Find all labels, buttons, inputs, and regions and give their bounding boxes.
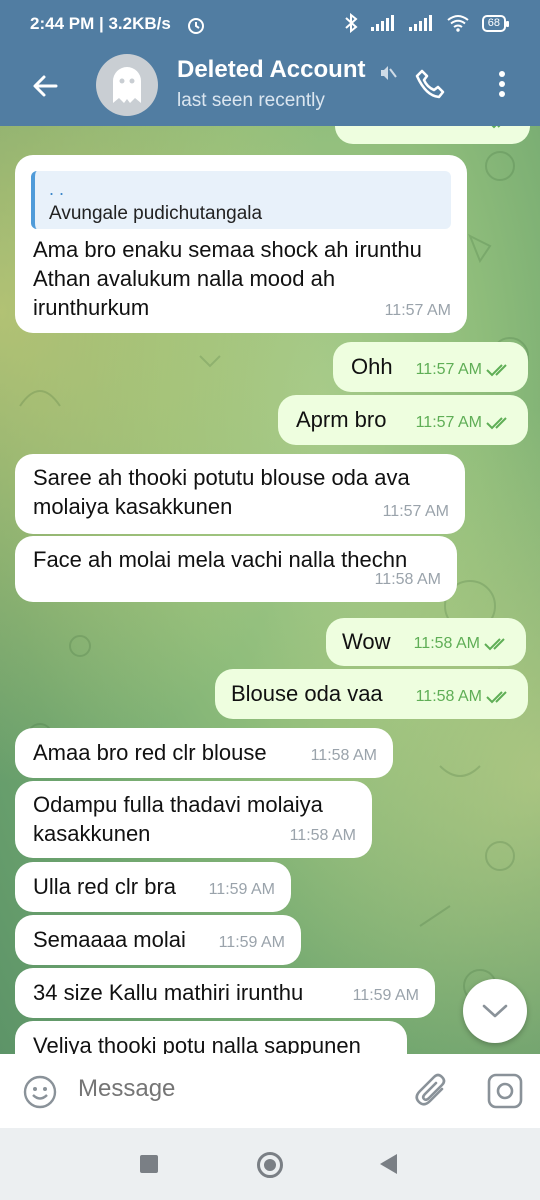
chat-header: Deleted Account last seen recently xyxy=(0,50,540,126)
double-check-icon xyxy=(484,637,505,650)
double-check-icon xyxy=(486,363,507,376)
message-composer xyxy=(0,1054,540,1128)
battery-icon: 68 xyxy=(481,14,510,32)
reply-preview[interactable]: . . Avungale pudichutangala xyxy=(31,171,451,229)
message-time: 11:58 AM xyxy=(413,635,480,652)
chat-background[interactable]: Mm 11:57 AM . . Avungale pudichutangala … xyxy=(0,126,540,1054)
status-bar: 2:44 PM | 3.2KB/s 68 xyxy=(0,0,540,50)
system-nav-bar xyxy=(0,1128,540,1200)
emoji-icon[interactable] xyxy=(22,1074,58,1110)
message-incoming[interactable]: . . Avungale pudichutangala Ama bro enak… xyxy=(15,155,467,333)
message-time: 11:59 AM xyxy=(208,881,275,898)
message-outgoing[interactable]: Wow 11:58 AM xyxy=(326,618,526,666)
attach-icon[interactable] xyxy=(414,1072,450,1110)
more-vertical-icon[interactable] xyxy=(494,68,510,100)
message-time: 11:58 AM xyxy=(374,571,441,588)
message-outgoing[interactable]: Aprm bro 11:57 AM xyxy=(278,395,528,445)
camera-icon[interactable] xyxy=(486,1072,524,1110)
message-meta: 11:57 AM xyxy=(418,126,514,136)
message-text: Amaa bro red clr blouse xyxy=(33,740,267,765)
message-time: 11:57 AM xyxy=(418,126,484,136)
message-text: Wow xyxy=(342,629,391,654)
signal-icon xyxy=(370,15,394,31)
message-time: 11:58 AM xyxy=(289,827,356,844)
message-incoming[interactable]: Semaaaa molai 11:59 AM xyxy=(15,915,301,965)
message-incoming[interactable]: Amaa bro red clr blouse 11:58 AM xyxy=(15,728,393,778)
message-text: Mm xyxy=(355,126,392,133)
signal-icon xyxy=(408,15,432,31)
message-outgoing[interactable]: Ohh 11:57 AM xyxy=(333,342,528,392)
alarm-icon xyxy=(188,18,204,34)
message-text: Veliya thooki potu nalla sappunen xyxy=(33,1033,361,1054)
back-icon[interactable] xyxy=(380,1154,397,1174)
message-incoming[interactable]: Veliya thooki potu nalla sappunen xyxy=(15,1021,407,1054)
double-check-icon xyxy=(492,126,500,128)
message-meta: 11:58 AM xyxy=(414,629,510,658)
message-outgoing[interactable]: Blouse oda vaa 11:58 AM xyxy=(215,669,528,719)
wifi-icon xyxy=(447,15,469,32)
message-input[interactable] xyxy=(76,1074,380,1104)
message-incoming[interactable]: Face ah molai mela vachi nalla thechn 11… xyxy=(15,536,457,602)
message-meta: 11:57 AM xyxy=(416,408,512,437)
message-incoming[interactable]: 34 size Kallu mathiri irunthu 11:59 AM xyxy=(15,968,435,1018)
back-arrow-icon[interactable] xyxy=(26,66,66,106)
mute-icon xyxy=(381,66,397,80)
message-text: Ulla red clr bra xyxy=(33,874,177,899)
message-meta: 11:57 AM xyxy=(416,355,512,384)
message-outgoing[interactable]: Mm 11:57 AM xyxy=(335,126,530,144)
message-text: Blouse oda vaa xyxy=(231,681,383,706)
message-time: 11:59 AM xyxy=(352,987,419,1004)
avatar[interactable] xyxy=(96,54,158,116)
message-time: 11:58 AM xyxy=(415,688,482,705)
message-incoming[interactable]: Ulla red clr bra 11:59 AM xyxy=(15,862,291,912)
bluetooth-icon xyxy=(345,13,358,33)
message-time: 11:57 AM xyxy=(382,503,449,520)
message-time: 11:58 AM xyxy=(310,747,377,764)
message-time: 11:57 AM xyxy=(384,302,451,319)
double-check-icon xyxy=(486,690,507,703)
message-meta: 11:58 AM xyxy=(416,682,512,711)
message-text: 34 size Kallu mathiri irunthu xyxy=(33,980,304,1005)
message-text: Ohh xyxy=(351,354,393,379)
reply-text: Avungale pudichutangala xyxy=(49,203,263,224)
message-text: Semaaaa molai xyxy=(33,927,186,952)
scroll-down-button[interactable] xyxy=(463,979,527,1043)
message-incoming[interactable]: Odampu fulla thadavi molaiya kasakkunen … xyxy=(15,781,372,858)
message-time: 11:57 AM xyxy=(415,414,482,431)
status-icons: 68 xyxy=(344,13,510,33)
message-time: 11:57 AM xyxy=(415,361,482,378)
double-check-icon xyxy=(486,416,507,429)
recents-icon[interactable] xyxy=(140,1155,158,1173)
message-incoming[interactable]: Saree ah thooki potutu blouse oda ava mo… xyxy=(15,454,465,534)
chevron-down-icon xyxy=(482,1004,508,1018)
contact-name[interactable]: Deleted Account xyxy=(177,56,377,84)
status-time: 2:44 PM | 3.2KB/s xyxy=(30,14,171,33)
message-time: 11:59 AM xyxy=(218,934,285,951)
last-seen-status: last seen recently xyxy=(177,90,325,111)
phone-icon[interactable] xyxy=(414,68,446,100)
ghost-avatar-icon xyxy=(113,67,141,103)
home-icon[interactable] xyxy=(257,1152,283,1178)
message-text: Aprm bro xyxy=(296,407,387,432)
